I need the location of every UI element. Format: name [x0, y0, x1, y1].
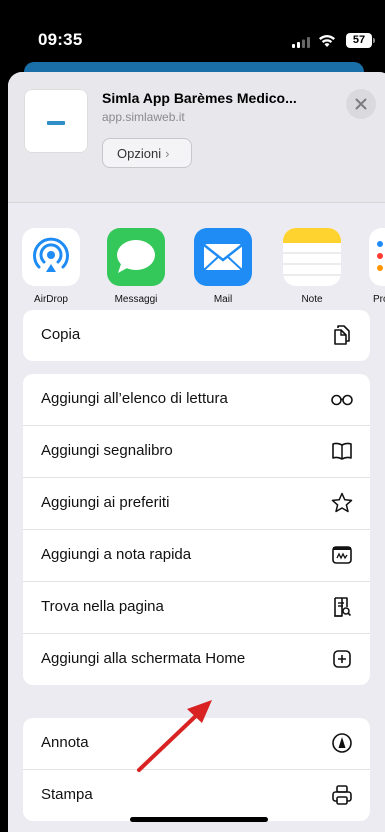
screen: 09:35 57 Simla App Barèmes Medico... app…: [0, 0, 385, 832]
annotation-arrow: [137, 700, 212, 772]
home-indicator[interactable]: [130, 817, 268, 822]
